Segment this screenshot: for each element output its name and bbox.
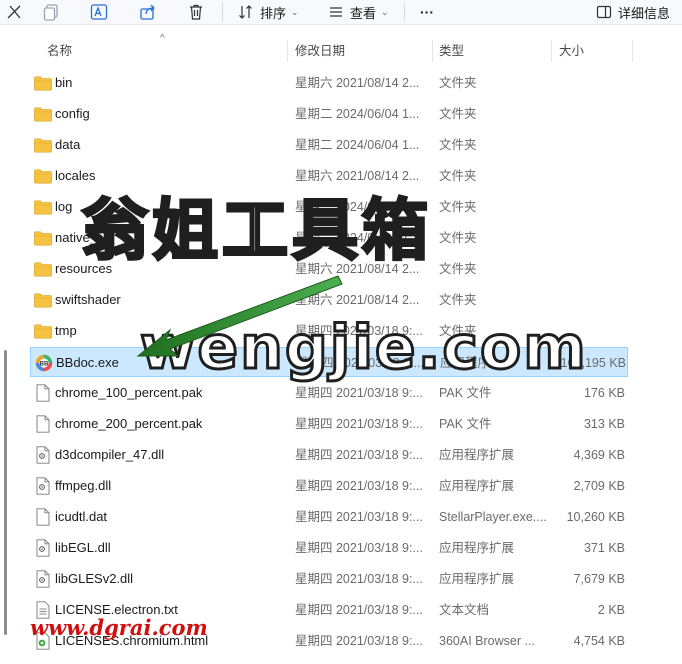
watermark-url-text: www.dgrai.com bbox=[30, 615, 208, 640]
green-arrow-icon bbox=[136, 275, 343, 357]
